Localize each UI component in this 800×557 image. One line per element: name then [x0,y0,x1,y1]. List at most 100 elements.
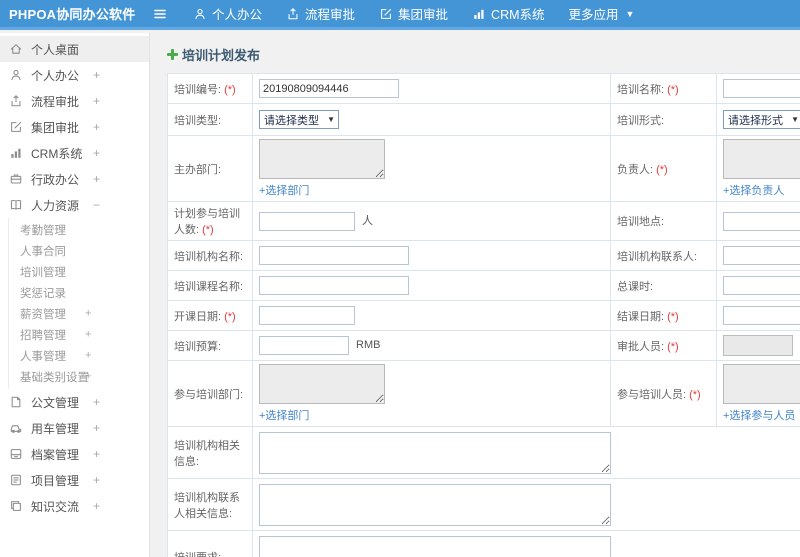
start-date-input[interactable] [259,306,355,325]
sidebar-subitem-培训管理[interactable]: 培训管理 [0,261,149,282]
host-department-box[interactable] [259,139,385,179]
expander-icon[interactable]: − [93,199,100,211]
menu-toggle[interactable] [152,6,168,22]
field-label-cell: 负责人: (*) [610,135,717,202]
field-label: 开课日期: [174,310,222,323]
sidebar-subitem-label: 考勤管理 [20,224,66,237]
expander-icon[interactable]: + [85,371,91,382]
course-name-input[interactable] [259,276,409,295]
sidebar-item-label: 人力资源 [31,198,80,213]
select-department-link[interactable]: +选择部门 [259,182,309,198]
sidebar-item-集团审批[interactable]: 集团审批 + [0,114,149,140]
project-icon [11,474,21,486]
sidebar-item-项目管理[interactable]: 项目管理 + [0,467,149,493]
chart-icon [11,148,21,158]
sidebar-item-个人桌面[interactable]: 个人桌面 [0,36,149,62]
expander-icon[interactable]: + [93,147,100,159]
book-icon [10,199,22,210]
field-cell [252,240,611,271]
sidebar-item-流程审批[interactable]: 流程审批 + [0,88,149,114]
sidebar-subitem-人事管理[interactable]: 人事管理 + [0,345,149,366]
training-name-input[interactable] [723,79,800,98]
nav-item-更多应用[interactable]: 更多应用 ▼ [557,4,647,23]
sidebar-subitem-label: 人事管理 [20,350,66,363]
sidebar-item-行政办公[interactable]: 行政办公 + [0,166,149,192]
field-label: 培训类型: [174,114,222,127]
org-contact-info-textarea[interactable] [259,483,611,526]
form-row: 培训机构相关信息: [167,426,800,479]
sidebar-item-label: 档案管理 [31,447,80,462]
total-hours-input[interactable] [723,276,800,295]
archive-icon [10,449,22,459]
training-requirements-textarea[interactable] [259,535,611,557]
expander-icon[interactable]: + [93,500,100,512]
nav-item-CRM系统[interactable]: CRM系统 [460,4,556,23]
field-cell [252,270,611,301]
leader-box[interactable] [723,139,800,179]
expander-icon[interactable]: + [93,474,100,486]
sidebar-subitem-人事合同[interactable]: 人事合同 [0,240,149,261]
org-info-textarea[interactable] [259,431,611,474]
sidebar-subitem-招聘管理[interactable]: 招聘管理 + [0,324,149,345]
select-caret-icon: ▼ [791,115,799,124]
expander-icon[interactable]: + [93,95,100,107]
expander-icon[interactable]: + [93,422,100,434]
planned-participants-input[interactable] [259,211,355,231]
sidebar: 个人桌面 个人办公 + 流程审批 + 集团审批 + CRM系统 + 行政办公 + 人力资源 − 考勤管理人… [0,33,150,557]
budget-input[interactable] [259,336,349,355]
select-department-link-2[interactable]: +选择部门 [259,407,309,423]
sidebar-item-label: CRM系统 [31,146,83,161]
sidebar-item-档案管理[interactable]: 档案管理 + [0,441,149,467]
plus-icon [167,49,178,60]
nav-item-个人办公[interactable]: 个人办公 [181,4,274,23]
sidebar-item-用车管理[interactable]: 用车管理 + [0,415,149,441]
select-participants-link[interactable]: +选择参与人员 [723,407,795,423]
field-label-cell: 参与培训人员: (*) [610,360,717,427]
org-contact-input[interactable] [723,246,800,265]
participants-box[interactable] [723,364,800,404]
required-marker: (*) [224,310,236,323]
sidebar-item-人力资源[interactable]: 人力资源 − [0,192,149,218]
sidebar-subitem-薪资管理[interactable]: 薪资管理 + [0,303,149,324]
field-cell [252,426,800,479]
page-title: 培训计划发布 [167,45,800,64]
select-leader-link[interactable]: +选择负责人 [723,182,784,198]
org-name-input[interactable] [259,246,409,265]
training-type-select[interactable]: 请选择类型 ▼ [259,110,339,129]
expander-icon[interactable]: + [85,308,91,319]
end-date-input[interactable] [723,306,800,325]
field-label-cell: 审批人员: (*) [610,330,717,361]
sidebar-subitem-label: 招聘管理 [20,329,66,342]
select-value: 请选择形式 [728,114,783,127]
training-number-input[interactable] [259,79,399,98]
field-label: 参与培训人员: [617,388,687,401]
field-label-cell: 主办部门: [167,135,253,202]
form-row: 培训预算:RMB审批人员:(*)+选择审批人员 [167,330,800,361]
expander-icon[interactable]: + [85,329,91,340]
expander-icon[interactable]: + [93,69,100,81]
sidebar-subitem-基础类别设置[interactable]: 基础类别设置 + [0,366,149,387]
expander-icon[interactable]: + [93,173,100,185]
nav-item-集团审批[interactable]: 集团审批 [367,4,460,23]
app-brand: PHPOA协同办公软件 [9,7,136,22]
expander-icon[interactable]: + [93,121,100,133]
sidebar-item-CRM系统[interactable]: CRM系统 + [0,140,149,166]
sidebar-subitem-考勤管理[interactable]: 考勤管理 [0,219,149,240]
nav-item-流程审批[interactable]: 流程审批 [274,4,367,23]
expander-icon[interactable]: + [85,350,91,361]
approver-box[interactable] [723,335,793,356]
field-cell: 人 [252,201,611,241]
training-form-select[interactable]: 请选择形式 ▼ [723,110,800,129]
field-label: 培训机构名称: [174,250,244,263]
field-cell: 请选择形式 ▼ [716,103,800,136]
required-marker: (*) [667,310,679,323]
sidebar-subitem-奖惩记录[interactable]: 奖惩记录 [0,282,149,303]
expander-icon[interactable]: + [93,448,100,460]
training-location-input[interactable] [723,211,800,231]
sidebar-item-个人办公[interactable]: 个人办公 + [0,62,149,88]
participating-departments-box[interactable] [259,364,385,404]
expander-icon[interactable]: + [93,396,100,408]
field-label: 培训机构联系人相关信息: [174,491,240,520]
sidebar-item-公文管理[interactable]: 公文管理 + [0,389,149,415]
sidebar-item-知识交流[interactable]: 知识交流 + [0,493,149,519]
